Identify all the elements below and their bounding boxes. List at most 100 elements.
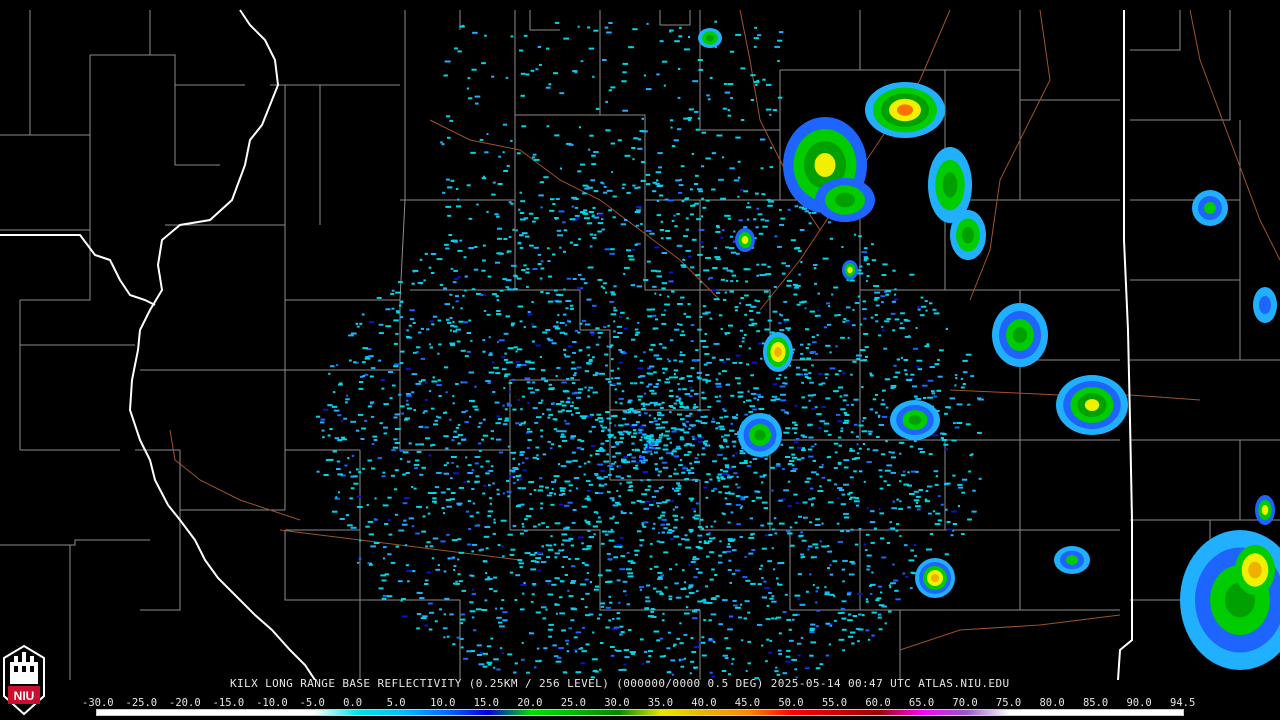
echo-pixel bbox=[871, 571, 874, 574]
echo-pixel bbox=[684, 393, 691, 395]
echo-pixel bbox=[584, 519, 587, 522]
echo-pixel bbox=[495, 438, 502, 441]
echo-pixel bbox=[842, 580, 845, 583]
echo-pixel bbox=[412, 269, 419, 272]
echo-pixel bbox=[724, 497, 728, 500]
echo-pixel bbox=[817, 292, 820, 295]
echo-pixel bbox=[669, 441, 672, 444]
echo-pixel bbox=[653, 354, 660, 357]
echo-pixel bbox=[634, 549, 640, 552]
echo-pixel bbox=[775, 666, 778, 669]
echo-pixel bbox=[695, 274, 701, 277]
echo-pixel bbox=[843, 394, 849, 397]
echo-pixel bbox=[620, 351, 624, 353]
echo-pixel bbox=[688, 563, 691, 566]
echo-pixel bbox=[705, 379, 711, 382]
echo-pixel bbox=[515, 350, 518, 353]
echo-pixel bbox=[718, 561, 723, 564]
echo-pixel bbox=[866, 507, 869, 510]
echo-pixel bbox=[438, 343, 442, 346]
echo-pixel bbox=[806, 357, 811, 360]
echo-pixel bbox=[560, 435, 566, 438]
echo-pixel bbox=[382, 504, 389, 507]
echo-pixel bbox=[815, 601, 818, 604]
echo-pixel bbox=[482, 665, 488, 668]
echo-pixel bbox=[472, 405, 478, 408]
echo-pixel bbox=[586, 346, 591, 349]
echo-pixel bbox=[951, 439, 957, 442]
echo-pixel bbox=[452, 395, 455, 398]
echo-pixel bbox=[391, 307, 395, 310]
echo-pixel bbox=[534, 421, 539, 424]
echo-pixel bbox=[469, 415, 472, 418]
echo-pixel bbox=[583, 473, 586, 476]
echo-pixel bbox=[748, 347, 751, 350]
echo-pixel bbox=[662, 501, 668, 504]
echo-pixel bbox=[419, 258, 423, 261]
echo-pixel bbox=[977, 431, 982, 434]
echo-pixel bbox=[383, 546, 387, 549]
echo-pixel bbox=[860, 349, 866, 352]
echo-pixel bbox=[724, 464, 730, 467]
echo-pixel bbox=[744, 294, 749, 297]
echo-pixel bbox=[703, 619, 707, 622]
echo-pixel bbox=[619, 437, 624, 440]
echo-pixel bbox=[684, 612, 690, 615]
echo-pixel bbox=[628, 258, 635, 261]
echo-pixel bbox=[641, 493, 648, 496]
echo-pixel bbox=[487, 663, 492, 666]
echo-pixel bbox=[515, 361, 520, 363]
echo-pixel bbox=[561, 430, 567, 433]
echo-pixel bbox=[519, 320, 523, 323]
echo-pixel bbox=[539, 181, 545, 184]
echo-pixel bbox=[496, 668, 501, 671]
storm-cell-layer bbox=[1248, 561, 1262, 579]
echo-pixel bbox=[685, 217, 689, 220]
echo-pixel bbox=[495, 607, 498, 610]
echo-pixel bbox=[505, 315, 511, 318]
scale-label: 80.0 bbox=[1039, 697, 1065, 709]
echo-pixel bbox=[865, 629, 870, 632]
echo-pixel bbox=[571, 608, 577, 611]
echo-pixel bbox=[486, 210, 489, 213]
echo-pixel bbox=[683, 453, 690, 456]
echo-pixel bbox=[645, 445, 648, 448]
echo-pixel bbox=[661, 461, 668, 464]
echo-pixel bbox=[766, 638, 770, 641]
echo-pixel bbox=[569, 241, 573, 244]
echo-pixel bbox=[678, 35, 683, 38]
echo-pixel bbox=[712, 460, 717, 463]
echo-pixel bbox=[744, 555, 747, 558]
echo-pixel bbox=[933, 312, 940, 315]
echo-pixel bbox=[615, 443, 619, 446]
echo-pixel bbox=[658, 436, 663, 439]
echo-pixel bbox=[835, 345, 838, 348]
echo-pixel bbox=[697, 253, 703, 256]
echo-pixel bbox=[616, 612, 621, 615]
echo-pixel bbox=[507, 533, 513, 536]
echo-pixel bbox=[480, 548, 484, 551]
echo-pixel bbox=[821, 463, 824, 466]
echo-pixel bbox=[656, 502, 662, 505]
echo-pixel bbox=[559, 322, 565, 324]
echo-pixel bbox=[774, 45, 780, 48]
echo-pixel bbox=[688, 255, 692, 258]
echo-pixel bbox=[511, 322, 516, 325]
echo-pixel bbox=[673, 526, 678, 529]
echo-pixel bbox=[618, 669, 622, 671]
echo-pixel bbox=[940, 503, 944, 506]
echo-pixel bbox=[436, 258, 443, 261]
echo-pixel bbox=[617, 139, 622, 142]
echo-pixel bbox=[651, 495, 657, 498]
echo-pixel bbox=[455, 580, 458, 583]
echo-pixel bbox=[641, 662, 644, 665]
echo-pixel bbox=[425, 545, 428, 548]
echo-pixel bbox=[801, 449, 806, 452]
echo-pixel bbox=[588, 430, 592, 433]
echo-pixel bbox=[683, 657, 686, 660]
echo-pixel bbox=[810, 445, 815, 448]
echo-pixel bbox=[401, 523, 408, 526]
echo-pixel bbox=[720, 468, 723, 471]
echo-pixel bbox=[495, 422, 501, 425]
echo-pixel bbox=[727, 628, 733, 631]
